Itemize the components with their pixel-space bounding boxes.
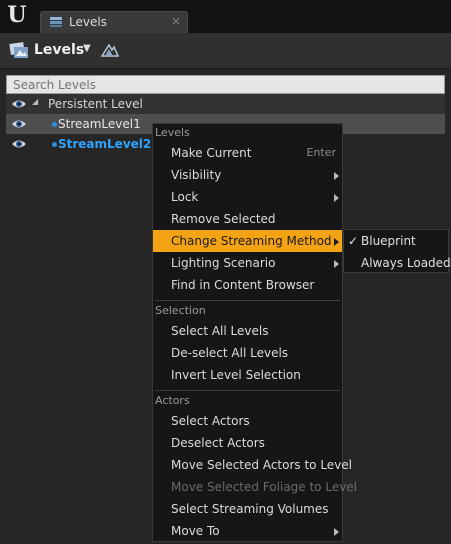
menu-separator (155, 300, 340, 301)
menu-item-label: Select Actors (171, 414, 250, 428)
streaming-method-submenu: ✓ Blueprint Always Loaded (343, 229, 451, 274)
toolbar: Levels ▼ (0, 33, 451, 69)
menu-item-lock[interactable]: Lock (153, 186, 342, 208)
levels-icon (50, 17, 62, 27)
levels-menu-label: Levels (34, 42, 85, 58)
menu-item-visibility[interactable]: Visibility (153, 164, 342, 186)
submenu-arrow-icon (334, 238, 339, 246)
streaming-indicator-icon (52, 122, 57, 127)
menu-item-lighting-scenario[interactable]: Lighting Scenario (153, 252, 342, 274)
menu-item-make-current[interactable]: Make Current Enter (153, 142, 342, 164)
menu-item-deselect-all-levels[interactable]: De-select All Levels (153, 342, 342, 364)
streaming-indicator-icon (52, 142, 57, 147)
shortcut-label: Enter (306, 146, 336, 159)
eye-icon[interactable] (11, 98, 27, 110)
menu-item-label: Move Selected Actors to Level (171, 458, 353, 472)
menu-item-label: Change Streaming Method (171, 234, 332, 248)
menu-section-actors: Actors (155, 394, 190, 407)
menu-item-select-streaming-volumes[interactable]: Select Streaming Volumes (153, 498, 342, 520)
menu-item-label: Make Current (171, 146, 252, 160)
submenu-item-blueprint[interactable]: ✓ Blueprint (344, 230, 448, 252)
menu-item-change-streaming-method[interactable]: Change Streaming Method (153, 230, 342, 252)
menu-item-label: Lighting Scenario (171, 256, 276, 270)
tree-row-label: Persistent Level (48, 97, 143, 111)
summon-level-details-icon[interactable] (100, 42, 120, 60)
submenu-arrow-icon (334, 172, 339, 180)
menu-item-select-actors[interactable]: Select Actors (153, 410, 342, 432)
tree-row-persistent-level[interactable]: ◢ Persistent Level (6, 94, 445, 114)
search-input[interactable] (6, 75, 445, 94)
menu-section-levels: Levels (155, 126, 190, 139)
tree-row-label: StreamLevel2 (58, 137, 152, 151)
eye-icon[interactable] (11, 138, 27, 150)
tab-label: Levels (69, 15, 107, 29)
menu-item-deselect-actors[interactable]: Deselect Actors (153, 432, 342, 454)
chevron-down-icon: ▼ (83, 43, 91, 54)
menu-item-label: Move Selected Foliage to Level (171, 480, 358, 494)
menu-item-find-in-content-browser[interactable]: Find in Content Browser (153, 274, 342, 296)
eye-icon[interactable] (11, 118, 27, 130)
menu-item-label: Find in Content Browser (171, 278, 315, 292)
submenu-arrow-icon (334, 194, 339, 202)
tree-row-label: StreamLevel1 (58, 117, 141, 131)
unreal-logo-icon[interactable]: U (5, 3, 29, 27)
levels-menu-button[interactable]: Levels ▼ (6, 38, 98, 64)
menu-item-move-to[interactable]: Move To (153, 520, 342, 542)
menu-item-move-selected-actors-to-level[interactable]: Move Selected Actors to Level (153, 454, 352, 476)
menu-item-label: Select All Levels (171, 324, 269, 338)
menu-item-select-all-levels[interactable]: Select All Levels (153, 320, 342, 342)
menu-item-label: Deselect Actors (171, 436, 265, 450)
expander-icon[interactable]: ◢ (32, 97, 38, 106)
menu-item-label: Lock (171, 190, 199, 204)
menu-item-label: Invert Level Selection (171, 368, 301, 382)
menu-separator (155, 390, 340, 391)
menu-item-remove-selected[interactable]: Remove Selected (153, 208, 342, 230)
checkmark-icon: ✓ (348, 234, 359, 248)
title-bar: U Levels × (0, 0, 451, 34)
menu-item-move-selected-foliage-to-level: Move Selected Foliage to Level (153, 476, 357, 498)
close-icon[interactable]: × (171, 14, 181, 28)
menu-item-label: Select Streaming Volumes (171, 502, 329, 516)
submenu-item-always-loaded[interactable]: Always Loaded (344, 252, 451, 274)
submenu-arrow-icon (334, 528, 339, 536)
menu-item-invert-level-selection[interactable]: Invert Level Selection (153, 364, 342, 386)
context-menu: Levels Make Current Enter Visibility Loc… (152, 123, 357, 542)
menu-section-selection: Selection (155, 304, 206, 317)
menu-item-label: Move To (171, 524, 220, 538)
menu-item-label: Remove Selected (171, 212, 276, 226)
menu-item-label: De-select All Levels (171, 346, 289, 360)
tab-levels[interactable]: Levels × (40, 11, 188, 33)
submenu-item-label: Always Loaded (361, 256, 451, 270)
submenu-item-label: Blueprint (361, 234, 416, 248)
menu-item-label: Visibility (171, 168, 222, 182)
submenu-arrow-icon (334, 260, 339, 268)
levels-icon (9, 42, 28, 58)
